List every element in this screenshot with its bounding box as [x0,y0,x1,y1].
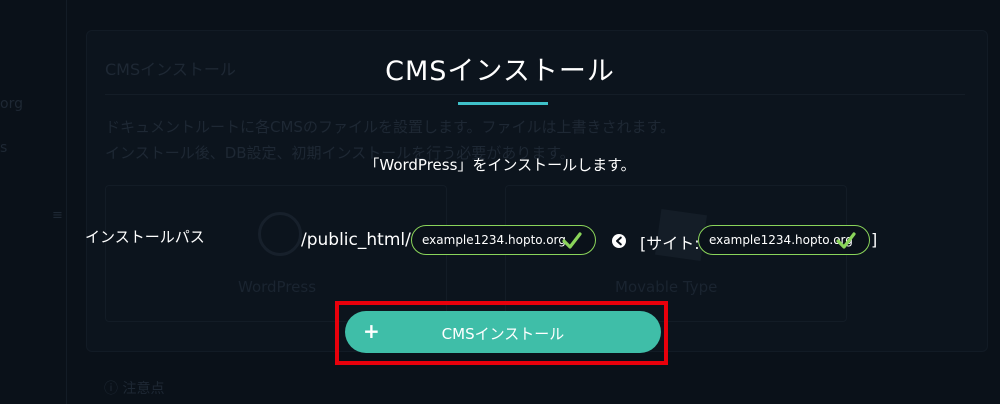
wordpress-logo-icon [258,212,302,256]
install-path-label: インストールパス [85,228,205,246]
cms-option-wordpress-label: WordPress [238,278,317,296]
modal-title: CMSインストール [385,56,615,87]
site-label: [サイト: [640,234,700,253]
cms-install-button-label: CMSインストール [441,325,565,343]
install-path-prefix: /public_html/ [301,230,411,250]
screen: org s ≡ CMSインストール ドキュメントルートに各CMSのファイルを設置… [0,0,1000,404]
arrow-left-circle-icon [612,234,626,248]
background-description-line-1: ドキュメントルートに各CMSのファイルを設置します。ファイルは上書きされます。 [105,118,675,136]
menu-icon: ≡ [52,208,63,223]
cms-install-button[interactable]: + CMSインストール [345,311,661,353]
check-icon [836,232,856,249]
check-icon [562,232,582,249]
site-field[interactable] [698,225,870,255]
install-path-field[interactable] [411,225,596,255]
notice-label: ⓘ 注意点 [104,381,165,397]
install-path-input[interactable] [422,226,572,253]
background-title-divider [105,94,965,95]
title-underline [458,102,548,105]
modal-description: 「WordPress」をインストールします。 [364,156,636,174]
sidebar-fragment-1: org [0,96,23,112]
site-label-close: ] [871,230,878,249]
cms-option-movable-type-label: Movable Type [615,278,718,296]
notice-text: 注意点 [122,381,165,397]
